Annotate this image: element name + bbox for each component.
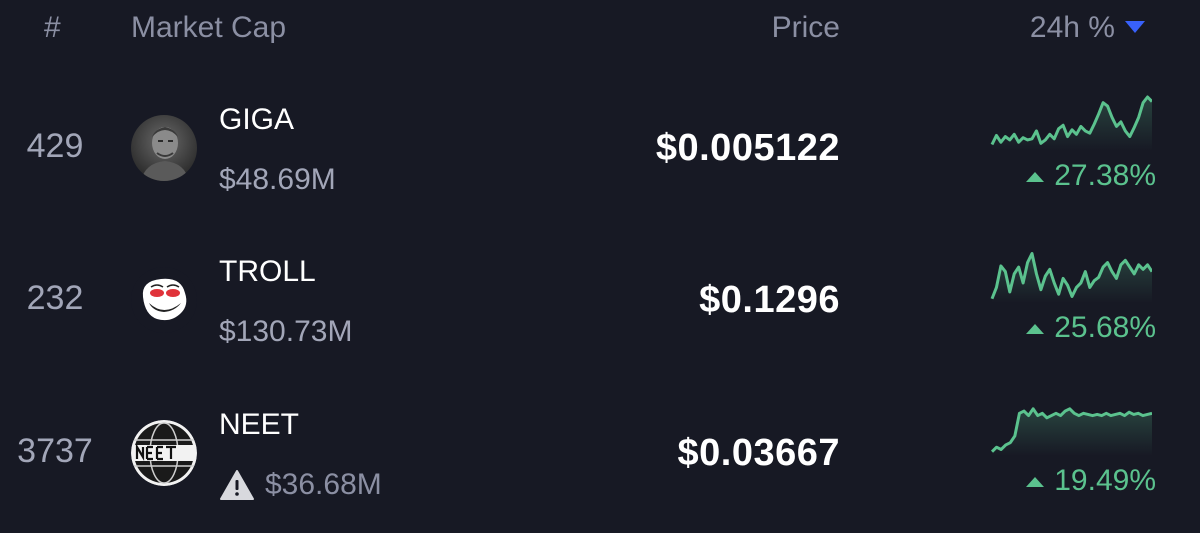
sort-descending-icon[interactable] xyxy=(1125,21,1145,35)
sparkline-chart xyxy=(990,95,1152,151)
price-value: $0.005122 xyxy=(655,127,840,169)
price-value: $0.03667 xyxy=(677,432,840,474)
price-value: $0.1296 xyxy=(699,279,840,321)
market-cap-value: $36.68M xyxy=(219,468,382,502)
coin-name[interactable]: NEET xyxy=(219,408,299,442)
table-row[interactable]: 429 GIGA $48.69M $0.005122 27.38% xyxy=(0,75,1200,225)
rank-value: 232 xyxy=(26,279,84,317)
rank-value: 3737 xyxy=(17,432,93,470)
sparkline-chart xyxy=(990,252,1152,303)
caret-up-icon xyxy=(1026,172,1045,182)
change-24h-header-label: 24h % xyxy=(1029,11,1115,44)
rank-header[interactable]: # xyxy=(44,10,61,46)
change-24h-value: 25.68% xyxy=(1026,311,1156,345)
change-24h-value: 27.38% xyxy=(1026,159,1156,193)
market-cap-text: $130.73M xyxy=(219,315,353,348)
caret-up-icon xyxy=(1026,324,1045,334)
table-row[interactable]: 232 TROLL $130.73M $0.1296 25.68% xyxy=(0,227,1200,377)
coin-name[interactable]: TROLL xyxy=(219,255,316,289)
trollface-icon xyxy=(131,267,197,333)
sparkline-chart xyxy=(990,407,1152,456)
change-24h-text: 25.68% xyxy=(1054,311,1156,344)
giga-logo-icon xyxy=(131,115,197,181)
change-24h-value: 19.49% xyxy=(1026,464,1156,498)
change-24h-text: 27.38% xyxy=(1054,159,1156,192)
market-cap-text: $36.68M xyxy=(265,468,382,501)
price-header[interactable]: Price xyxy=(772,10,840,46)
market-cap-value: $48.69M xyxy=(219,163,336,197)
neet-globe-logo-icon xyxy=(131,420,197,486)
market-cap-text: $48.69M xyxy=(219,163,336,196)
warning-icon[interactable] xyxy=(219,469,255,501)
sparkline-area xyxy=(992,97,1152,151)
rank-value: 429 xyxy=(26,127,84,165)
market-cap-header[interactable]: Market Cap xyxy=(131,10,286,46)
table-header: # Market Cap Price 24h % xyxy=(0,0,1200,60)
market-cap-value: $130.73M xyxy=(219,315,352,349)
table-row[interactable]: 3737 NEET $36.68M $0.03667 19.49% xyxy=(0,380,1200,530)
change-24h-header[interactable]: 24h % xyxy=(1030,10,1145,46)
coin-name[interactable]: GIGA xyxy=(219,103,294,137)
caret-up-icon xyxy=(1026,477,1045,487)
change-24h-text: 19.49% xyxy=(1054,464,1156,497)
